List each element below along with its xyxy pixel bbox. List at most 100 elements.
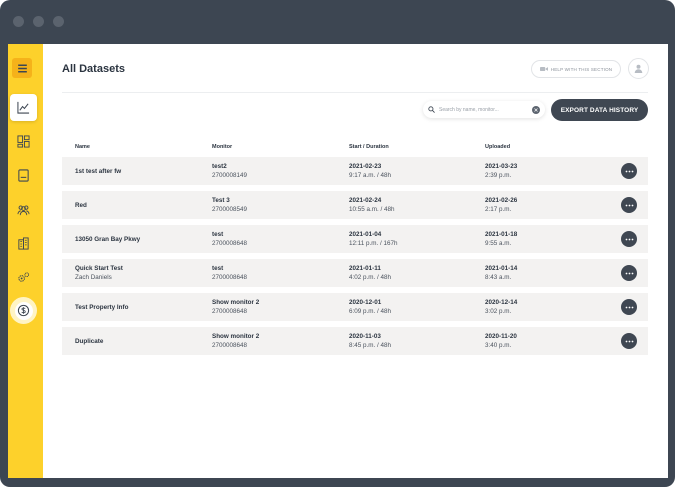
- start-duration: 4:02 p.m. / 48h: [349, 274, 392, 281]
- uploaded-time: 3:40 p.m.: [485, 342, 512, 349]
- cell-name: Quick Start Test Zach Daniels: [75, 259, 123, 287]
- user-avatar-icon: [634, 64, 643, 73]
- more-dots-icon: [625, 204, 633, 206]
- row-more-button[interactable]: [621, 197, 637, 213]
- monitor-id: 2700008648: [212, 308, 248, 315]
- start-date: 2021-01-04: [349, 231, 382, 238]
- uploaded-time: 9:55 a.m.: [485, 240, 512, 247]
- cell-name: 1st test after fw: [75, 157, 121, 185]
- menu-icon: [17, 64, 27, 72]
- header-divider: [62, 92, 648, 93]
- search-clear-button[interactable]: [532, 105, 540, 114]
- dashboard-grid-icon: [17, 135, 30, 148]
- table-row[interactable]: Red Test 3 2700008549 2021-02-24 10:55 a…: [62, 191, 648, 219]
- monitor-name: test: [212, 231, 224, 238]
- cell-uploaded: 2021-01-18 9:55 a.m.: [485, 225, 517, 253]
- monitor-name: test: [212, 265, 224, 272]
- table-row[interactable]: Test Property Info Show monitor 2 270000…: [62, 293, 648, 321]
- sidebar-item-analytics[interactable]: [10, 94, 37, 121]
- more-dots-icon: [625, 238, 633, 240]
- cell-start: 2021-01-11 4:02 p.m. / 48h: [349, 259, 391, 287]
- start-date: 2021-02-23: [349, 163, 382, 170]
- sidebar-item-settings[interactable]: [10, 264, 37, 291]
- monitor-name: Show monitor 2: [212, 299, 260, 306]
- start-date: 2020-12-01: [349, 299, 382, 306]
- main-content: All Datasets HELP WITH THIS SECTION EXPO…: [43, 44, 668, 478]
- uploaded-time: 2:39 p.m.: [485, 172, 512, 179]
- start-date: 2021-01-11: [349, 265, 381, 272]
- dataset-name: 1st test after fw: [75, 167, 122, 175]
- monitor-id: 2700008648: [212, 274, 248, 281]
- sidebar-item-billing[interactable]: [10, 297, 37, 324]
- dollar-circle-icon: [17, 304, 30, 317]
- sidebar-menu-button[interactable]: [12, 58, 32, 78]
- uploaded-time: 8:43 a.m.: [485, 274, 512, 281]
- cell-monitor: Test 3 2700008549: [212, 191, 247, 219]
- uploaded-date: 2020-12-14: [485, 299, 518, 306]
- more-dots-icon: [625, 306, 633, 308]
- sidebar: [8, 44, 43, 478]
- row-more-button[interactable]: [621, 265, 637, 281]
- search-input[interactable]: [439, 106, 532, 113]
- settings-gears-icon: [18, 272, 30, 282]
- row-more-button[interactable]: [621, 231, 637, 247]
- row-more-button[interactable]: [621, 333, 637, 349]
- uploaded-date: 2021-03-23: [485, 163, 518, 170]
- billing-icon-wrapper: [14, 301, 33, 320]
- dataset-name: Quick Start Test: [75, 265, 123, 272]
- dataset-name: Test Property Info: [75, 303, 129, 311]
- row-more-button[interactable]: [621, 299, 637, 315]
- help-button-label: HELP WITH THIS SECTION: [550, 66, 613, 72]
- video-camera-icon: [539, 67, 548, 71]
- table-row[interactable]: 1st test after fw test2 2700008149 2021-…: [62, 157, 648, 185]
- monitor-id: 2700008648: [212, 240, 248, 247]
- user-profile-button[interactable]: [628, 58, 649, 79]
- cell-start: 2021-02-23 9:17 a.m. / 48h: [349, 157, 391, 185]
- table-row[interactable]: 13050 Gran Bay Pkwy test 2700008648 2021…: [62, 225, 648, 253]
- help-with-section-button[interactable]: HELP WITH THIS SECTION: [531, 60, 621, 78]
- window-dot-close[interactable]: [13, 16, 24, 27]
- start-duration: 8:45 p.m. / 48h: [349, 342, 392, 349]
- window-dot-maximize[interactable]: [53, 16, 64, 27]
- cell-name: 13050 Gran Bay Pkwy: [75, 225, 140, 253]
- sidebar-item-buildings[interactable]: [10, 230, 37, 257]
- uploaded-date: 2021-01-18: [485, 231, 518, 238]
- window-dot-minimize[interactable]: [33, 16, 44, 27]
- uploaded-time: 3:02 p.m.: [485, 308, 512, 315]
- more-dots-icon: [625, 170, 633, 172]
- more-dots-icon: [625, 340, 633, 342]
- start-duration: 6:09 p.m. / 48h: [349, 308, 392, 315]
- users-group-icon: [17, 205, 30, 216]
- dataset-name: Red: [75, 201, 87, 209]
- start-date: 2020-11-03: [349, 333, 381, 340]
- monitor-id: 2700008549: [212, 206, 248, 213]
- chart-line-icon: [17, 101, 30, 114]
- sidebar-item-monitors[interactable]: [10, 162, 37, 189]
- table-row[interactable]: Quick Start Test Zach Daniels test 27000…: [62, 259, 648, 287]
- cell-uploaded: 2020-11-20 3:40 p.m.: [485, 327, 517, 355]
- column-header-start-duration[interactable]: Start / Duration: [349, 144, 389, 150]
- close-icon: [534, 107, 538, 112]
- row-more-button[interactable]: [621, 163, 637, 179]
- column-header-name[interactable]: Name: [75, 144, 90, 150]
- table-row[interactable]: Duplicate Show monitor 2 2700008648 2020…: [62, 327, 648, 355]
- column-header-monitor[interactable]: Monitor: [212, 144, 232, 150]
- start-duration: 9:17 a.m. / 48h: [349, 172, 392, 179]
- search-box: [423, 101, 545, 118]
- cell-name: Red: [75, 191, 87, 219]
- monitor-name: Test 3: [212, 197, 230, 204]
- cell-start: 2021-02-24 10:55 a.m. / 48h: [349, 191, 395, 219]
- monitor-name: Show monitor 2: [212, 333, 260, 340]
- uploaded-date: 2021-01-14: [485, 265, 518, 272]
- cell-monitor: test2 2700008149: [212, 157, 247, 185]
- export-data-history-button[interactable]: EXPORT DATA HISTORY: [551, 99, 648, 121]
- more-dots-icon: [625, 272, 633, 274]
- start-duration: 10:55 a.m. / 48h: [349, 206, 395, 213]
- sidebar-item-dashboard[interactable]: [10, 128, 37, 155]
- sidebar-item-users[interactable]: [10, 196, 37, 223]
- cell-monitor: Show monitor 2 2700008648: [212, 327, 259, 355]
- cell-start: 2020-11-03 8:45 p.m. / 48h: [349, 327, 391, 355]
- cell-start: 2021-01-04 12:11 p.m. / 167h: [349, 225, 398, 253]
- window-titlebar: [0, 0, 675, 44]
- column-header-uploaded[interactable]: Uploaded: [485, 144, 510, 150]
